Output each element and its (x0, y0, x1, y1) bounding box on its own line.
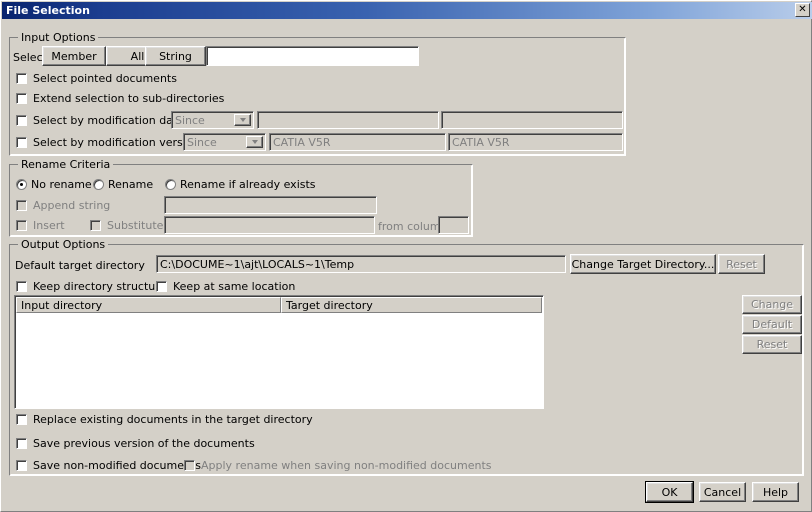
substitute-checkbox[interactable] (90, 220, 101, 231)
input-options-legend: Input Options (18, 31, 99, 44)
change-mapping-button[interactable]: Change (742, 295, 802, 314)
modification-date-to-field[interactable] (441, 111, 623, 129)
select-by-modification-version-label: Select by modification version (33, 136, 200, 149)
keep-directory-structure-label: Keep directory structure (33, 280, 167, 293)
modification-date-since-value: Since (175, 113, 205, 127)
select-pointed-documents-checkbox[interactable] (16, 73, 27, 84)
table-header: Input directory Target directory (16, 297, 542, 313)
modification-version-to-field[interactable]: CATIA V5R (448, 133, 623, 151)
save-non-modified-documents-checkbox[interactable] (16, 460, 27, 471)
insert-checkbox[interactable] (16, 220, 27, 231)
append-string-checkbox[interactable] (16, 200, 27, 211)
modification-date-from-field[interactable] (257, 111, 439, 129)
close-icon[interactable]: ✕ (795, 3, 810, 17)
insert-label: Insert (33, 219, 65, 232)
default-target-directory-field[interactable]: C:\DOCUME~1\ajt\LOCALS~1\Temp (156, 255, 566, 273)
default-mapping-button[interactable]: Default (742, 315, 802, 334)
append-string-input[interactable] (164, 196, 377, 214)
select-by-modification-version-checkbox[interactable] (16, 137, 27, 148)
reset-target-directory-button[interactable]: Reset (718, 254, 765, 274)
modification-version-from-field[interactable]: CATIA V5R (269, 133, 446, 151)
extend-selection-subdirs-checkbox[interactable] (16, 93, 27, 104)
substitute-label: Substitute (107, 219, 164, 232)
default-target-directory-label: Default target directory (15, 259, 145, 272)
output-options-legend: Output Options (18, 238, 109, 251)
table-body[interactable] (16, 313, 542, 407)
save-previous-version-label: Save previous version of the documents (33, 437, 255, 450)
extend-selection-subdirs-label: Extend selection to sub-directories (33, 92, 225, 105)
chevron-down-icon[interactable] (234, 114, 251, 126)
select-pointed-documents-label: Select pointed documents (33, 72, 177, 85)
keep-directory-structure-checkbox[interactable] (16, 281, 27, 292)
no-rename-radio[interactable] (16, 179, 27, 190)
substitute-input[interactable] (164, 216, 375, 234)
select-member-button[interactable]: Member (42, 46, 106, 66)
rename-radio[interactable] (93, 179, 104, 190)
rename-if-exists-radio[interactable] (165, 179, 176, 190)
select-by-modification-date-checkbox[interactable] (16, 115, 27, 126)
rename-criteria-legend: Rename Criteria (18, 158, 114, 171)
append-string-label: Append string (33, 199, 111, 212)
directory-mapping-table[interactable]: Input directory Target directory (14, 295, 544, 409)
apply-rename-non-modified-label: Apply rename when saving non-modified do… (201, 459, 492, 472)
column-header-target-directory[interactable]: Target directory (281, 297, 542, 313)
select-by-modification-date-label: Select by modification date (33, 114, 184, 127)
rename-label: Rename (108, 178, 154, 191)
apply-rename-non-modified-checkbox[interactable] (184, 460, 195, 471)
replace-existing-documents-checkbox[interactable] (16, 414, 27, 425)
window-title: File Selection (6, 4, 90, 17)
from-column-input[interactable] (438, 216, 469, 234)
modification-version-since-value: Since (187, 135, 217, 149)
save-non-modified-documents-label: Save non-modified documents (33, 459, 202, 472)
column-header-input-directory[interactable]: Input directory (16, 297, 281, 313)
reset-mapping-button[interactable]: Reset (742, 335, 802, 354)
change-target-directory-button[interactable]: Change Target Directory... (570, 254, 716, 274)
keep-at-same-location-checkbox[interactable] (156, 281, 167, 292)
select-string-input[interactable] (206, 46, 419, 66)
select-string-button[interactable]: String (145, 46, 206, 66)
modification-version-since-combo[interactable]: Since (183, 133, 266, 151)
save-previous-version-checkbox[interactable] (16, 438, 27, 449)
rename-if-exists-label: Rename if already exists (180, 178, 316, 191)
cancel-button[interactable]: Cancel (699, 482, 746, 502)
file-selection-dialog: File Selection ✕ Input Options Select Me… (0, 0, 812, 512)
replace-existing-documents-label: Replace existing documents in the target… (33, 413, 313, 426)
ok-button[interactable]: OK (646, 482, 693, 502)
help-button[interactable]: Help (752, 482, 799, 502)
no-rename-label: No rename (31, 178, 92, 191)
chevron-down-icon[interactable] (246, 136, 263, 148)
keep-at-same-location-label: Keep at same location (173, 280, 296, 293)
title-bar[interactable]: File Selection ✕ (2, 2, 812, 19)
modification-date-since-combo[interactable]: Since (171, 111, 254, 129)
